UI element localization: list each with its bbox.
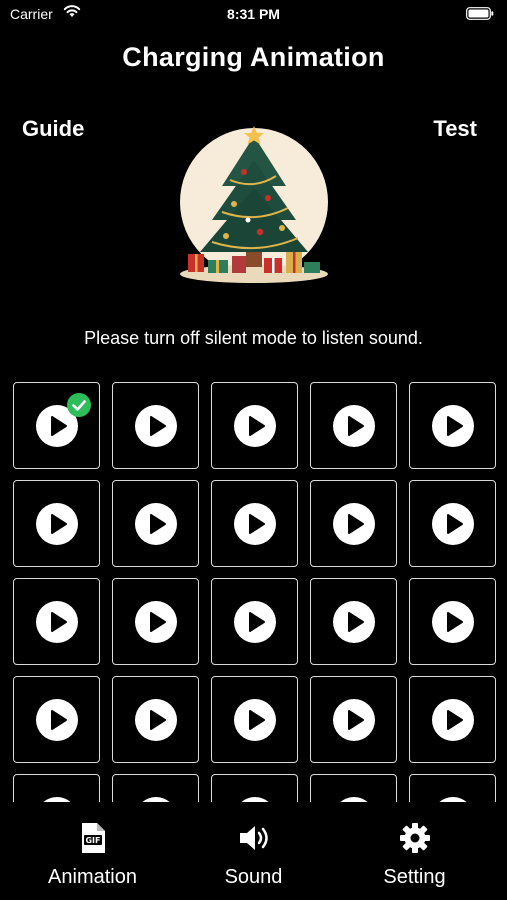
guide-button[interactable]: Guide (22, 116, 84, 142)
play-icon (446, 611, 463, 632)
tab-setting[interactable]: Setting (330, 822, 499, 889)
sound-tile[interactable] (409, 676, 496, 763)
play-icon (149, 709, 166, 730)
play-button[interactable] (233, 600, 276, 643)
tab-animation[interactable]: GIF Animation (8, 822, 177, 889)
play-button[interactable] (431, 600, 474, 643)
sound-tile[interactable] (13, 774, 100, 802)
sound-tile[interactable] (13, 676, 100, 763)
sound-tile[interactable] (112, 774, 199, 802)
battery-icon (466, 7, 494, 20)
speaker-icon (239, 826, 268, 850)
play-button[interactable] (233, 698, 276, 741)
play-icon (50, 709, 67, 730)
silent-mode-notice: Please turn off silent mode to listen so… (84, 328, 423, 348)
play-icon (248, 611, 265, 632)
sound-tile[interactable] (409, 382, 496, 469)
tab-animation-label: Animation (48, 866, 137, 888)
sound-tile[interactable] (13, 578, 100, 665)
play-button[interactable] (134, 502, 177, 545)
sound-tile[interactable] (310, 382, 397, 469)
sound-tile[interactable] (13, 382, 100, 469)
sound-tile[interactable] (409, 774, 496, 802)
play-button[interactable] (431, 698, 474, 741)
play-icon (50, 611, 67, 632)
christmas-tree-icon (180, 126, 328, 283)
play-icon (248, 709, 265, 730)
sound-tile[interactable] (112, 676, 199, 763)
play-icon (347, 611, 364, 632)
sound-tile[interactable] (211, 676, 298, 763)
sound-tile[interactable] (409, 578, 496, 665)
play-button[interactable] (134, 600, 177, 643)
svg-text:GIF: GIF (85, 836, 100, 845)
sound-tile[interactable] (409, 480, 496, 567)
play-icon (446, 415, 463, 436)
play-icon (149, 415, 166, 436)
play-button[interactable] (35, 502, 78, 545)
play-icon (347, 513, 364, 534)
play-button[interactable] (35, 600, 78, 643)
tab-sound-label: Sound (224, 866, 283, 888)
sound-tile[interactable] (112, 480, 199, 567)
tab-bar: GIF Animation Sound Setting (0, 802, 507, 900)
sound-tile[interactable] (112, 578, 199, 665)
tab-sound[interactable]: Sound (169, 822, 338, 889)
play-button[interactable] (134, 404, 177, 447)
sound-grid (13, 382, 496, 802)
sound-grid-viewport (0, 378, 507, 802)
play-icon (347, 415, 364, 436)
play-icon (50, 513, 67, 534)
play-button[interactable] (233, 502, 276, 545)
test-button[interactable]: Test (433, 116, 477, 142)
sound-tile[interactable] (310, 480, 397, 567)
play-icon (149, 513, 166, 534)
sound-tile[interactable] (112, 382, 199, 469)
play-button[interactable] (35, 698, 78, 741)
status-bar: Carrier 8:31 PM (0, 0, 507, 30)
play-button[interactable] (134, 698, 177, 741)
sound-tile[interactable] (211, 382, 298, 469)
sound-tile[interactable] (310, 578, 397, 665)
play-button[interactable] (431, 502, 474, 545)
gif-file-icon: GIF (81, 823, 105, 853)
sound-tile[interactable] (211, 578, 298, 665)
play-button[interactable] (233, 404, 276, 447)
status-time: 8:31 PM (227, 6, 280, 22)
gear-icon (399, 823, 430, 853)
play-icon (248, 513, 265, 534)
play-icon (446, 709, 463, 730)
page-title: Charging Animation (122, 42, 385, 72)
play-icon (248, 415, 265, 436)
sound-tile[interactable] (310, 676, 397, 763)
play-icon (149, 611, 166, 632)
tab-setting-label: Setting (383, 866, 446, 888)
play-icon (446, 513, 463, 534)
play-button[interactable] (332, 698, 375, 741)
sound-tile[interactable] (211, 774, 298, 802)
play-icon (347, 709, 364, 730)
sound-tile[interactable] (211, 480, 298, 567)
checkmark-icon (67, 393, 91, 417)
play-button[interactable] (431, 404, 474, 447)
sound-tile[interactable] (310, 774, 397, 802)
play-button[interactable] (332, 600, 375, 643)
sound-tile[interactable] (13, 480, 100, 567)
play-button[interactable] (332, 404, 375, 447)
play-button[interactable] (332, 502, 375, 545)
